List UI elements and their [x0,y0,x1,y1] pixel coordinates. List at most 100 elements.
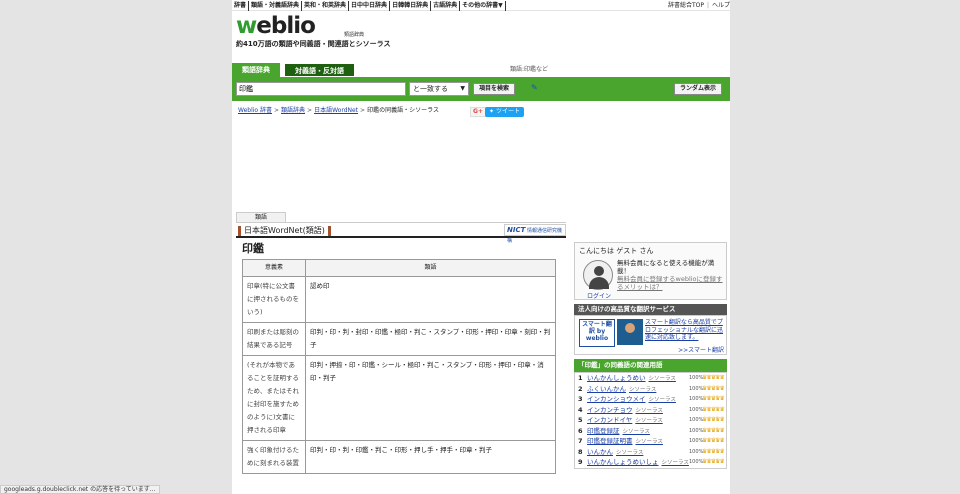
topnav-dictionary[interactable]: 辞書 [232,1,250,11]
tweet-button[interactable]: ✦ ツイート [485,107,524,117]
related-word[interactable]: いんかん シソーラス [587,447,643,458]
topnav-english[interactable]: 英和・和英辞典 [302,1,350,11]
rank: 2 [578,384,583,393]
smart-translation-logo[interactable]: スマート翻訳 by weblio [579,319,615,347]
rank: 5 [578,416,583,424]
tab-antonym[interactable]: 対義語・反対語 [284,63,355,77]
related-word-label: ふくいんかん [587,384,626,393]
related-word-label: インカンチョウ [587,405,633,414]
crown-icon: ♛♛♛♛♛ [702,405,725,413]
search-bar: と一致する ▼ 項目を検索 ✎ ランダム表示 [232,77,730,101]
related-word[interactable]: インカンショウメイ シソーラス [587,394,676,405]
meaning-cell: (それが本物であることを証明するため、またはそれに封印を施すためのように)文書に… [242,355,306,441]
breadcrumb-weblio[interactable]: Weblio 辞書 [238,107,272,114]
avatar-icon [583,260,613,290]
list-item: 1 いんかんしょうめい シソーラス 100% ♛♛♛♛♛ [575,373,726,384]
breadcrumb-sep: > [360,107,366,114]
separator: | [706,2,709,9]
table-header-row: 意義素 類語 [242,259,556,277]
dictionary-tabs: 類語辞典 対義語・反対語 [232,63,359,77]
sidebar: こんにちは ゲスト さん ログイン 無料会員になると使える機能が満載！ 無料会員に… [574,242,727,469]
related-word[interactable]: 印鑑登録証 シソーラス [587,426,650,437]
help-link[interactable]: ヘルプ [712,2,730,9]
synonyms-cell: 認め印 [305,276,556,323]
topnav-kogo[interactable]: 古語辞典 [431,1,461,11]
pro-service-box: スマート翻訳 by weblio スマート翻訳なら高品質でプロフェッショナルな翻… [574,315,727,355]
greeting: こんにちは ゲスト さん [579,247,654,255]
topnav-chinese[interactable]: 日中中日辞典 [349,1,391,11]
random-button[interactable]: ランダム表示 [673,83,722,95]
breadcrumb-sep: > [307,107,313,114]
source-label: シソーラス [622,428,650,435]
topnav-other[interactable]: その他の辞書▼ [460,1,506,11]
related-word[interactable]: インカンドイヤ シソーラス [587,415,663,426]
bird-icon: ✦ [489,108,496,115]
topnav-korean[interactable]: 日韓韓日辞典 [390,1,432,11]
rank: 7 [578,437,583,445]
top-nav: 辞書 類語・対義語辞典 英和・和英辞典 日中中日辞典 日韓韓日辞典 古語辞典 そ… [232,0,506,11]
related-word-label: いんかん [587,447,613,456]
col-synonyms: 類語 [305,259,556,277]
list-item: 8 いんかん シソーラス 100% ♛♛♛♛♛ [575,447,726,458]
nict-logo[interactable]: NICT 情報通信研究機構 [504,224,566,244]
related-word[interactable]: いんかんしょうめい シソーラス [587,373,676,384]
logo-rest: eblio [256,13,316,39]
breadcrumb-thesaurus[interactable]: 類語辞典 [281,107,305,114]
source-label: シソーラス [616,449,644,456]
browser-status-bar: googleads.g.doubleclick.net の応答を待っています..… [0,485,160,494]
crown-icon: ♛♛♛♛♛ [702,384,725,392]
match-select[interactable]: と一致する ▼ [409,82,469,96]
tab-ruigo[interactable]: 類語 [236,212,286,222]
translator-image[interactable] [617,319,643,345]
meaning-cell: 強く印象付けるために刻まれる装置 [242,440,306,474]
crown-icon: ♛♛♛♛♛ [702,458,725,465]
related-word-label: 印鑑登録証 [587,426,620,435]
guest-box: こんにちは ゲスト さん ログイン 無料会員になると使える機能が満載！ 無料会員に… [574,242,727,300]
tweet-label: ツイート [495,108,520,115]
top-links: 辞書総合TOP | ヘルプ [668,1,730,10]
topnav-thesaurus[interactable]: 類語・対義語辞典 [249,1,303,11]
list-item: 9 いんかんしょうめいしょ シソーラス 100% ♛♛♛♛♛ [575,457,726,468]
gplus-button[interactable]: G+ [470,107,486,117]
smart-translation-more-link[interactable]: >>スマート翻訳 [678,345,724,354]
member-link[interactable]: 無料会員に登録するweblioに登録するメリットは？ [617,275,723,291]
home-link[interactable]: 辞書総合TOP [668,2,704,9]
table-row: (それが本物であることを証明するため、またはそれに封印を施すためのように)文書に… [242,355,556,441]
source-label: シソーラス [635,418,663,424]
source-label: シソーラス [661,460,689,466]
source-label: シソーラス [635,407,663,414]
headword: 印鑑 [242,242,264,255]
list-item: 4 インカンチョウ シソーラス 100% ♛♛♛♛♛ [575,405,726,416]
crown-icon: ♛♛♛♛♛ [702,416,725,423]
pro-service-link[interactable]: スマート翻訳なら高品質でプロフェッショナルな翻訳に迅速に対応致します。 [645,319,725,342]
example-words: 類語:印鑑など [510,66,549,73]
related-word[interactable]: いんかんしょうめいしょ シソーラス [587,457,689,468]
synonyms-cell: 印判・印・判・封印・印鑑・極印・判こ・スタンプ・印形・押印・印章・刻印・判子 [305,322,556,356]
logo-w: w [236,13,257,39]
weblio-logo[interactable]: weblio [236,13,316,39]
related-word[interactable]: ふくいんかん シソーラス [587,384,656,395]
dictionary-title: 日本語WordNet(類語) [238,226,331,236]
rank: 4 [578,405,583,414]
member-text: 無料会員になると使える機能が満載！ [617,259,715,275]
related-word[interactable]: インカンチョウ シソーラス [587,405,663,416]
source-label: シソーラス [635,439,663,445]
source-label: シソーラス [648,376,676,382]
related-terms-header: 「印鑑」の同義語の関連用語 [574,359,727,372]
crown-icon: ♛♛♛♛♛ [702,374,725,381]
dictionary-header: 日本語WordNet(類語) NICT 情報通信研究機構 [236,222,566,244]
meaning-cell: 印刷または彫刻の結果である記号 [242,322,306,356]
related-word[interactable]: 印鑑登録証明書 シソーラス [587,436,663,447]
breadcrumb-wordnet[interactable]: 日本語WordNet [314,107,358,114]
table-row: 強く印象付けるために刻まれる装置 印判・印・判・印鑑・判こ・印形・押し手・押手・… [242,440,556,474]
related-word-label: いんかんしょうめいしょ [587,458,659,466]
login-link[interactable]: ログイン [587,291,611,300]
search-button[interactable]: 項目を検索 [473,83,516,95]
related-word-label: インカンドイヤ [587,416,633,424]
search-input[interactable] [236,82,406,96]
logo-subtitle: 類語辞典 [344,32,365,38]
synonyms-cell: 印判・印・判・印鑑・判こ・印形・押し手・押手・印章・判子 [305,440,556,474]
tab-thesaurus[interactable]: 類語辞典 [232,63,280,77]
list-item: 3 インカンショウメイ シソーラス 100% ♛♛♛♛♛ [575,394,726,405]
tool-icon[interactable]: ✎ [531,83,538,92]
